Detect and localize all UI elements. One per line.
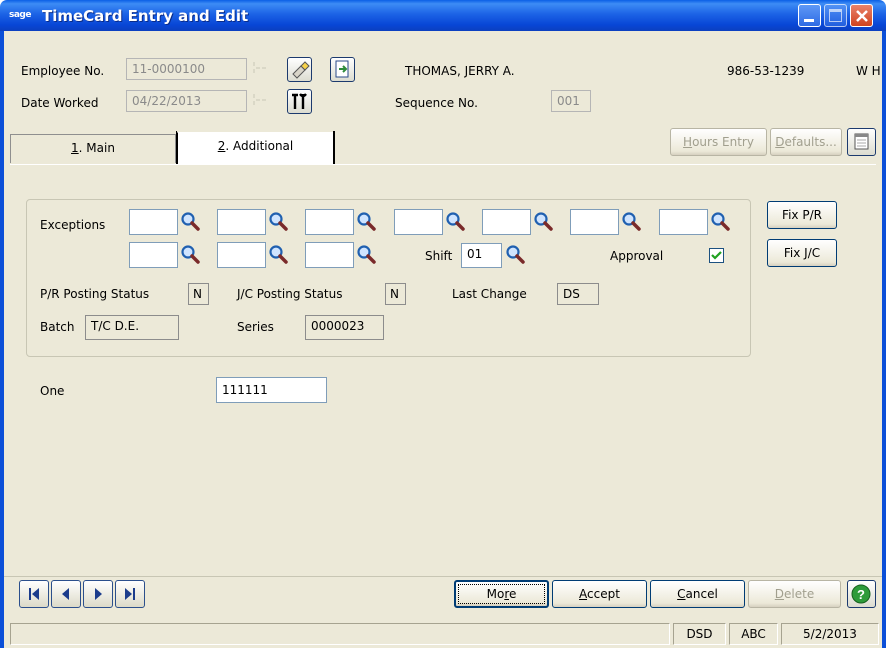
jc-posting-status-value: N: [385, 283, 406, 305]
svg-text:?: ?: [857, 587, 865, 602]
exception-field-4[interactable]: [394, 209, 443, 235]
previous-record-button[interactable]: [51, 580, 81, 608]
tab-divider: [176, 131, 177, 164]
employee-ssn: 986-53-1239: [727, 64, 805, 78]
magnifier-icon[interactable]: [356, 211, 377, 232]
tab-main-hotkey: 1: [71, 141, 79, 155]
tab-divider: [333, 131, 335, 164]
defaults-button[interactable]: Defaults...: [770, 128, 842, 156]
magnifier-icon[interactable]: [268, 211, 289, 232]
pr-posting-status-value: N: [188, 283, 209, 305]
employee-number-field[interactable]: 11-0000100: [126, 58, 247, 80]
hours-entry-button[interactable]: Hours Entry: [670, 128, 767, 156]
last-change-value: DS: [557, 283, 599, 305]
tools-button[interactable]: [287, 89, 312, 114]
sage-logo: sage: [9, 10, 31, 20]
flashlight-icon: [292, 61, 310, 79]
magnifier-icon[interactable]: [180, 211, 201, 232]
magnifier-icon[interactable]: [505, 244, 526, 265]
one-label: One: [40, 384, 65, 398]
batch-label: Batch: [40, 320, 75, 334]
shift-field[interactable]: 01: [461, 243, 502, 268]
magnifier-icon[interactable]: [621, 211, 642, 232]
checkmark-icon: [711, 251, 722, 260]
calendar-disabled-icon: [253, 94, 266, 105]
pr-posting-status-label: P/R Posting Status: [40, 287, 150, 301]
fix-pr-button[interactable]: Fix P/R: [767, 201, 837, 229]
magnifier-icon[interactable]: [533, 211, 554, 232]
exception-field-5[interactable]: [482, 209, 531, 235]
last-icon: [125, 588, 135, 600]
title-bar[interactable]: sage TimeCard Entry and Edit: [0, 0, 886, 31]
document-icon: [335, 60, 349, 78]
next-icon: [95, 588, 102, 600]
status-date: 5/2/2013: [781, 623, 879, 645]
series-label: Series: [237, 320, 274, 334]
magnifier-icon[interactable]: [268, 244, 289, 265]
magnifier-icon[interactable]: [710, 211, 731, 232]
search-employee-button[interactable]: [287, 57, 312, 82]
first-record-button[interactable]: [19, 580, 49, 608]
close-button[interactable]: [850, 4, 873, 27]
approval-checkbox[interactable]: [709, 248, 724, 263]
magnifier-icon[interactable]: [356, 244, 377, 265]
jc-posting-status-label: J/C Posting Status: [237, 287, 343, 301]
exception-field-7[interactable]: [659, 209, 708, 235]
magnifier-icon[interactable]: [445, 211, 466, 232]
window-title: TimeCard Entry and Edit: [42, 7, 249, 25]
date-worked-field[interactable]: 04/22/2013: [126, 90, 247, 112]
previous-icon: [62, 588, 69, 600]
sequence-label: Sequence No.: [395, 96, 478, 110]
exception-field-1[interactable]: [129, 209, 178, 235]
series-value: 0000023: [305, 315, 384, 340]
status-company: DSD: [673, 623, 726, 645]
shift-label: Shift: [425, 249, 453, 263]
employee-notes-button[interactable]: [330, 57, 355, 82]
exception-field-6[interactable]: [570, 209, 619, 235]
employee-label: Employee No.: [21, 64, 105, 78]
tools-icon: [292, 93, 307, 109]
status-message: [10, 623, 670, 645]
exception-field-2[interactable]: [217, 209, 266, 235]
help-icon: ?: [851, 584, 871, 604]
employee-extra: W H: [856, 64, 881, 78]
exception-field-8[interactable]: [129, 242, 178, 268]
sequence-number-field[interactable]: 001: [551, 90, 591, 112]
tab-main-label: . Main: [78, 141, 115, 155]
tab-main[interactable]: 1. Main: [10, 134, 176, 163]
more-button[interactable]: More: [454, 580, 549, 608]
delete-button[interactable]: Delete: [748, 580, 841, 608]
exceptions-label: Exceptions: [40, 218, 106, 232]
employee-name: THOMAS, JERRY A.: [405, 64, 515, 78]
exception-field-3[interactable]: [305, 209, 354, 235]
minimize-button[interactable]: [798, 4, 821, 27]
accept-button[interactable]: Accept: [552, 580, 647, 608]
exception-field-10[interactable]: [305, 242, 354, 268]
status-bar: DSD ABC 5/2/2013: [4, 620, 882, 648]
last-record-button[interactable]: [115, 580, 145, 608]
one-field[interactable]: 111111: [216, 377, 327, 403]
tab-additional-label: . Additional: [225, 139, 294, 153]
tab-additional[interactable]: 2. Additional: [177, 132, 334, 164]
fix-jc-button[interactable]: Fix J/C: [767, 239, 837, 267]
help-button[interactable]: ?: [847, 580, 876, 608]
status-user: ABC: [729, 623, 778, 645]
lookup-disabled-icon: [253, 62, 266, 73]
calendar-button[interactable]: [847, 128, 876, 156]
last-change-label: Last Change: [452, 287, 527, 301]
magnifier-icon[interactable]: [180, 244, 201, 265]
cancel-button[interactable]: Cancel: [650, 580, 745, 608]
approval-label: Approval: [610, 249, 664, 263]
batch-value: T/C D.E.: [85, 315, 179, 340]
calendar-icon: [854, 133, 869, 150]
date-worked-label: Date Worked: [21, 96, 99, 110]
first-icon: [29, 588, 39, 600]
exception-field-9[interactable]: [217, 242, 266, 268]
maximize-button[interactable]: [824, 4, 847, 27]
next-record-button[interactable]: [83, 580, 113, 608]
